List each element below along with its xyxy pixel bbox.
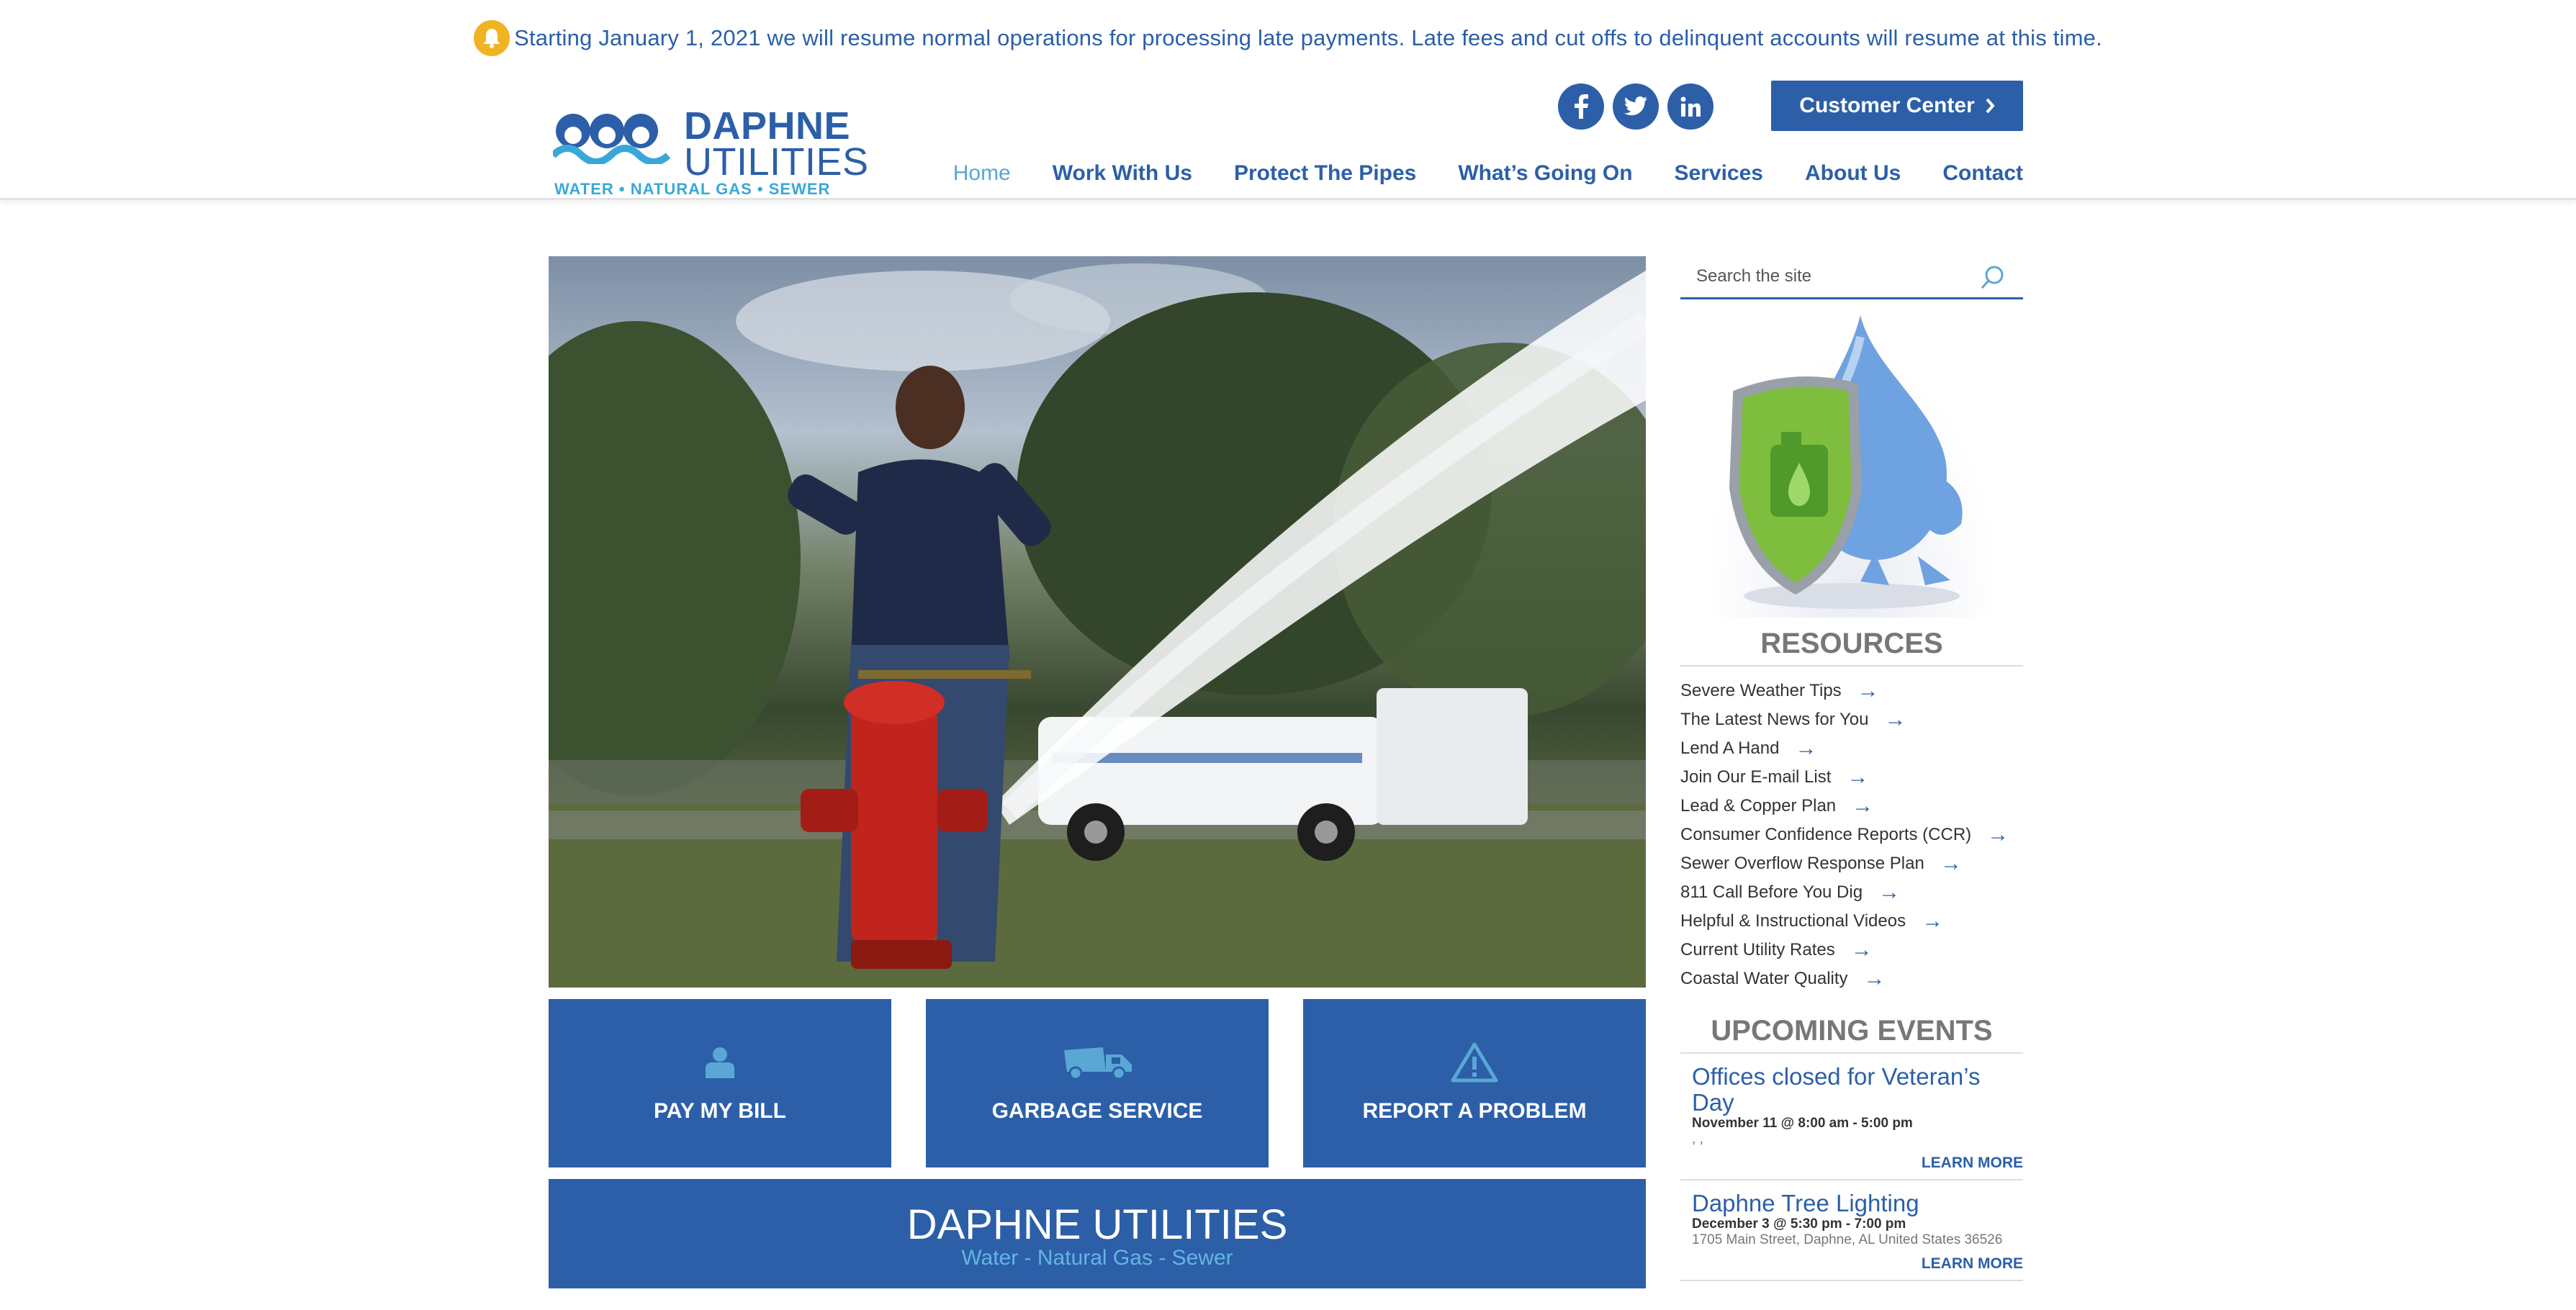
pay-my-bill-label: PAY MY BILL bbox=[654, 1099, 786, 1123]
event-title-link[interactable]: Daphne Tree Lighting bbox=[1692, 1190, 1919, 1216]
search-box bbox=[1680, 256, 2023, 299]
resource-link[interactable]: Coastal Water Quality → bbox=[1680, 965, 2023, 993]
alert-bar: Starting January 1, 2021 we will resume … bbox=[0, 0, 2576, 76]
brand-title: DAPHNE UTILITIES bbox=[906, 1201, 1288, 1248]
resource-link[interactable]: Sewer Overflow Response Plan → bbox=[1680, 849, 2023, 878]
resource-label: Lead & Copper Plan bbox=[1680, 796, 1837, 816]
action-tiles: PAY MY BILL GARBAGE SERVICE REPORT A PRO… bbox=[549, 999, 1646, 1167]
logo-tagline: WATER • NATURAL GAS • SEWER bbox=[554, 180, 831, 198]
arrow-right-icon: → bbox=[1863, 967, 1886, 990]
arrow-right-icon: → bbox=[1987, 823, 2009, 846]
mascot-illustration bbox=[1729, 315, 1963, 609]
resource-link[interactable]: The Latest News for You → bbox=[1680, 705, 2023, 734]
event-location: , , bbox=[1692, 1131, 1703, 1147]
resource-label: Current Utility Rates bbox=[1680, 940, 1835, 959]
garbage-service-tile[interactable]: GARBAGE SERVICE bbox=[926, 999, 1269, 1167]
logo-text: DAPHNE UTILITIES bbox=[684, 104, 869, 181]
bell-icon bbox=[474, 20, 510, 56]
arrow-right-icon: → bbox=[1884, 708, 1906, 731]
water-drop-shield-mascot[interactable] bbox=[1680, 308, 2023, 618]
brand-subtitle: Water - Natural Gas - Sewer bbox=[961, 1246, 1233, 1270]
warning-icon bbox=[1451, 1042, 1498, 1083]
resource-link[interactable]: Current Utility Rates → bbox=[1680, 936, 2023, 965]
logo-droplets-icon bbox=[553, 114, 671, 164]
person-icon bbox=[706, 1043, 734, 1082]
arrow-right-icon: → bbox=[1878, 880, 1901, 904]
alert-message: Starting January 1, 2021 we will resume … bbox=[514, 25, 2102, 50]
report-a-problem-tile[interactable]: REPORT A PROBLEM bbox=[1303, 999, 1646, 1167]
nav-home[interactable]: Home bbox=[953, 161, 1011, 186]
garbage-truck-icon bbox=[1060, 1043, 1135, 1082]
resource-label: Join Our E-mail List bbox=[1680, 767, 1832, 787]
nav-contact[interactable]: Contact bbox=[1942, 161, 2023, 186]
arrow-right-icon: → bbox=[1795, 736, 1817, 760]
resource-label: Sewer Overflow Response Plan bbox=[1680, 854, 1924, 873]
nav-work-with-us[interactable]: Work With Us bbox=[1053, 161, 1192, 186]
upcoming-events-heading: UPCOMING EVENTS bbox=[1680, 1005, 2023, 1054]
search-input[interactable] bbox=[1680, 256, 1968, 297]
arrow-right-icon: → bbox=[1922, 909, 1944, 933]
site-header: DAPHNE UTILITIES WATER • NATURAL GAS • S… bbox=[0, 76, 2576, 200]
resource-label: Coastal Water Quality bbox=[1680, 969, 1848, 988]
search-icon[interactable] bbox=[1980, 265, 2006, 294]
main-nav: Home Work With Us Protect The Pipes What… bbox=[953, 161, 2023, 186]
resources-list: Severe Weather Tips → The Latest News for… bbox=[1680, 677, 2023, 993]
hero-image bbox=[549, 256, 1646, 988]
arrow-right-icon: → bbox=[1852, 794, 1874, 818]
event-item: Daphne Tree Lighting December 3 @ 5:30 p… bbox=[1680, 1180, 2023, 1281]
resource-label: Consumer Confidence Reports (CCR) bbox=[1680, 825, 1972, 844]
event-title-link[interactable]: Offices closed for Veteran’s Day bbox=[1692, 1063, 1981, 1116]
nav-protect-the-pipes[interactable]: Protect The Pipes bbox=[1234, 161, 1416, 186]
resource-link[interactable]: Consumer Confidence Reports (CCR) → bbox=[1680, 821, 2023, 849]
report-a-problem-label: REPORT A PROBLEM bbox=[1362, 1099, 1587, 1123]
learn-more-link[interactable]: LEARN MORE bbox=[1692, 1155, 2023, 1172]
hero-photo-illustration bbox=[549, 263, 1646, 988]
garbage-service-label: GARBAGE SERVICE bbox=[991, 1099, 1203, 1123]
resource-label: Severe Weather Tips bbox=[1680, 681, 1842, 700]
nav-whats-going-on[interactable]: What’s Going On bbox=[1458, 161, 1632, 186]
logo-line-1: DAPHNE bbox=[684, 104, 851, 148]
site-logo[interactable]: DAPHNE UTILITIES WATER • NATURAL GAS • S… bbox=[553, 92, 868, 198]
customer-center-button[interactable]: Customer Center bbox=[1771, 81, 2023, 131]
sidebar: RESOURCES Severe Weather Tips → The Lates… bbox=[1680, 256, 2023, 1281]
resource-link[interactable]: Severe Weather Tips → bbox=[1680, 677, 2023, 705]
resource-label: The Latest News for You bbox=[1680, 710, 1869, 729]
facebook-icon[interactable] bbox=[1558, 83, 1604, 130]
learn-more-link[interactable]: LEARN MORE bbox=[1692, 1255, 2023, 1273]
event-location: 1705 Main Street, Daphne, AL United Stat… bbox=[1692, 1232, 2003, 1247]
nav-services[interactable]: Services bbox=[1675, 161, 1763, 186]
resource-link[interactable]: Lead & Copper Plan → bbox=[1680, 792, 2023, 821]
social-links bbox=[1558, 83, 1713, 130]
linkedin-icon[interactable] bbox=[1667, 83, 1713, 130]
resource-link[interactable]: Helpful & Instructional Videos → bbox=[1680, 907, 2023, 936]
event-date: November 11 @ 8:00 am - 5:00 pm bbox=[1692, 1116, 1913, 1131]
pay-my-bill-tile[interactable]: PAY MY BILL bbox=[549, 999, 891, 1167]
nav-about-us[interactable]: About Us bbox=[1805, 161, 1901, 186]
event-date: December 3 @ 5:30 pm - 7:00 pm bbox=[1692, 1216, 1906, 1232]
twitter-icon[interactable] bbox=[1613, 83, 1659, 130]
resources-heading: RESOURCES bbox=[1680, 618, 2023, 667]
resource-label: Lend A Hand bbox=[1680, 738, 1780, 758]
resource-link[interactable]: 811 Call Before You Dig → bbox=[1680, 878, 2023, 907]
chevron-right-icon bbox=[1986, 98, 1995, 114]
resource-label: 811 Call Before You Dig bbox=[1680, 882, 1863, 902]
resource-link[interactable]: Lend A Hand → bbox=[1680, 734, 2023, 763]
customer-center-label: Customer Center bbox=[1799, 94, 1975, 117]
arrow-right-icon: → bbox=[1857, 679, 1879, 703]
event-item: Offices closed for Veteran’s Day Novembe… bbox=[1680, 1054, 2023, 1180]
arrow-right-icon: → bbox=[1850, 938, 1873, 962]
brand-banner: DAPHNE UTILITIES Water - Natural Gas - S… bbox=[549, 1179, 1646, 1288]
arrow-right-icon: → bbox=[1940, 852, 1962, 875]
resource-label: Helpful & Instructional Videos bbox=[1680, 911, 1906, 931]
logo-line-2: UTILITIES bbox=[684, 140, 869, 184]
resource-link[interactable]: Join Our E-mail List → bbox=[1680, 763, 2023, 792]
arrow-right-icon: → bbox=[1847, 765, 1869, 789]
